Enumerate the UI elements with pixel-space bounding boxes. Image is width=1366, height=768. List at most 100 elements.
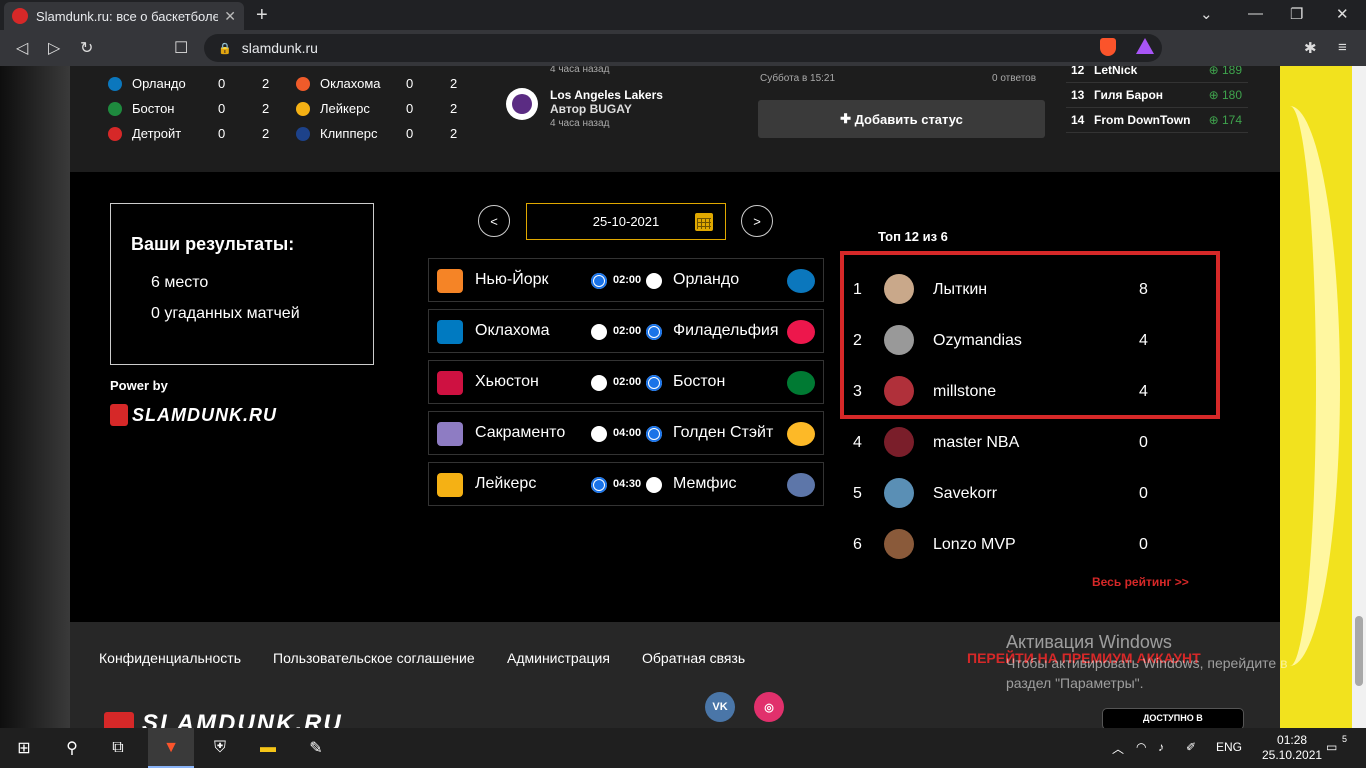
leaderboard-row[interactable]: 6 Lonzo MVP 0 [853, 525, 1153, 565]
pick-home-radio[interactable] [591, 375, 607, 391]
pick-home-radio[interactable] [591, 273, 607, 289]
rating-name: From DownTown [1094, 113, 1191, 127]
brave-shield-icon[interactable] [1100, 38, 1116, 56]
footer-link-feedback[interactable]: Обратная связь [642, 650, 745, 666]
footer-link-privacy[interactable]: Конфиденциальность [99, 650, 241, 666]
date-prev-button[interactable]: < [478, 205, 510, 237]
maximize-icon[interactable]: ❐ [1290, 5, 1303, 23]
slamdunk-logo[interactable]: SLAMDUNK.RU [110, 404, 277, 426]
rating-row[interactable]: 13 Гиля Барон ⊕ 180 [1066, 83, 1248, 108]
back-icon[interactable]: ◁ [16, 38, 28, 58]
score-value: 0 [406, 76, 414, 91]
pick-away-radio[interactable] [646, 273, 662, 289]
notifications-icon[interactable]: ▭ [1326, 740, 1337, 754]
instagram-icon[interactable]: ◎ [754, 692, 784, 722]
pick-home-radio[interactable] [591, 426, 607, 442]
all-rating-link[interactable]: Весь рейтинг >> [1092, 575, 1189, 589]
rating-row[interactable]: 12 LetNick ⊕ 189 [1066, 66, 1248, 83]
bookmark-icon[interactable]: ☐ [174, 38, 188, 58]
profile-dropdown-icon[interactable]: ⌄ [1200, 5, 1213, 23]
date-value: 25-10-2021 [592, 214, 660, 229]
calendar-icon[interactable] [695, 213, 713, 231]
system-clock[interactable]: 01:28 25.10.2021 [1262, 733, 1322, 763]
leaderboard-username: Лыткин [933, 281, 988, 298]
score-row[interactable]: Лейкерс 0 2 [296, 96, 480, 121]
footer-logo-text: SLAMDUNK.RU [142, 710, 343, 729]
news-item[interactable]: Los Angeles Lakers Автор BUGAY 4 часа на… [506, 88, 706, 132]
rating-row[interactable]: 14 From DownTown ⊕ 174 [1066, 108, 1248, 133]
leaderboard-row[interactable]: 3 millstone 4 [853, 372, 1153, 412]
rating-points: ⊕ 189 [1209, 66, 1248, 77]
score-row[interactable]: Клипперс 0 2 [296, 121, 480, 146]
score-value: 0 [218, 76, 226, 91]
leaderboard-rank: 6 [853, 536, 862, 553]
home-team-logo-icon [437, 473, 463, 497]
tab-close-icon[interactable]: ✕ [224, 8, 236, 25]
brave-rewards-icon[interactable] [1136, 38, 1154, 54]
leaderboard-row[interactable]: 5 Savekorr 0 [853, 474, 1153, 514]
score-value: 0 [218, 126, 226, 141]
tray-chevron-icon[interactable]: ︿ [1112, 740, 1124, 757]
address-bar[interactable]: 🔒 slamdunk.ru [204, 34, 1162, 62]
leaderboard-row[interactable]: 4 master NBA 0 [853, 423, 1153, 463]
pick-home-radio[interactable] [591, 477, 607, 493]
menu-icon[interactable]: ≡ [1338, 39, 1347, 56]
leaderboard-row[interactable]: 2 Ozymandias 4 [853, 321, 1153, 361]
close-window-icon[interactable]: ✕ [1336, 5, 1349, 23]
leaderboard-row[interactable]: 1 Лыткин 8 [853, 270, 1153, 310]
add-status-button[interactable]: ✚ Добавить статус [758, 100, 1045, 138]
pick-home-radio[interactable] [591, 324, 607, 340]
brave-browser-icon[interactable]: ▼ [159, 736, 183, 760]
extensions-icon[interactable]: ✱ [1304, 39, 1317, 57]
team-name: Орландо [132, 76, 186, 91]
page-scrollbar[interactable] [1352, 66, 1366, 728]
away-team-name: Голден Стэйт [673, 424, 774, 441]
network-icon[interactable]: ◠ [1136, 740, 1146, 754]
pick-away-radio[interactable] [646, 324, 662, 340]
score-row[interactable]: Оклахома 0 2 [296, 71, 480, 96]
score-row[interactable]: Орландо 0 2 [108, 71, 292, 96]
reload-icon[interactable]: ↻ [80, 38, 93, 58]
language-indicator[interactable]: ENG [1216, 740, 1242, 754]
search-icon[interactable]: ⚲ [60, 736, 84, 760]
rating-rank: 14 [1071, 113, 1085, 127]
results-box: Ваши результаты: 6 место 0 угаданных мат… [110, 203, 374, 365]
file-explorer-icon[interactable]: ▬ [256, 736, 280, 760]
away-team-name: Бостон [673, 373, 726, 390]
pick-away-radio[interactable] [646, 375, 662, 391]
taskbar: ⊞ ⚲ ⧉ ▼ ⛨ ▬ ✎ ︿ ◠ ♪ ✐ ENG 01:28 25.10.20… [0, 728, 1366, 768]
task-view-icon[interactable]: ⧉ [106, 736, 130, 760]
new-tab-button[interactable]: + [256, 4, 268, 27]
paint-icon[interactable]: ✎ [304, 736, 328, 760]
google-play-badge[interactable]: ДОСТУПНО В [1102, 708, 1244, 728]
suns-logo-icon [506, 88, 538, 120]
home-team-logo-icon [437, 422, 463, 446]
footer-link-agreement[interactable]: Пользовательское соглашение [273, 650, 475, 666]
volume-icon[interactable]: ♪ [1158, 740, 1164, 754]
pen-icon[interactable]: ✐ [1186, 740, 1196, 754]
background-left [0, 66, 70, 728]
rating-name: Гиля Барон [1094, 88, 1164, 102]
vk-icon[interactable]: VK [705, 692, 735, 722]
scrollbar-thumb[interactable] [1355, 616, 1363, 686]
footer-logo[interactable]: SLAMDUNK.RU [104, 712, 394, 728]
plus-circle-icon: ⊕ [1208, 88, 1222, 102]
away-team-name: Орландо [673, 271, 740, 288]
windows-start-icon[interactable]: ⊞ [12, 736, 36, 760]
security-shield-icon[interactable]: ⛨ [208, 736, 232, 760]
prediction-widget: Ваши результаты: 6 место 0 угаданных мат… [70, 172, 1280, 622]
minimize-icon[interactable]: — [1248, 5, 1263, 22]
match-row: Лейкерс 04:30 Мемфис [428, 462, 824, 506]
score-row[interactable]: Бостон 0 2 [108, 96, 292, 121]
pick-away-radio[interactable] [646, 477, 662, 493]
browser-tab[interactable]: Slamdunk.ru: все о баскетболе, Н ✕ [4, 2, 244, 30]
forum-time: Суббота в 15:21 [760, 73, 836, 84]
footer-link-administration[interactable]: Администрация [507, 650, 610, 666]
pick-away-radio[interactable] [646, 426, 662, 442]
forward-icon[interactable]: ▷ [48, 38, 60, 58]
score-row[interactable]: Детройт 0 2 [108, 121, 292, 146]
slamdunk-logo-text: SLAMDUNK.RU [132, 404, 277, 425]
date-field[interactable]: 25-10-2021 [526, 203, 726, 240]
date-next-button[interactable]: > [741, 205, 773, 237]
team-name: Лейкерс [320, 101, 370, 116]
